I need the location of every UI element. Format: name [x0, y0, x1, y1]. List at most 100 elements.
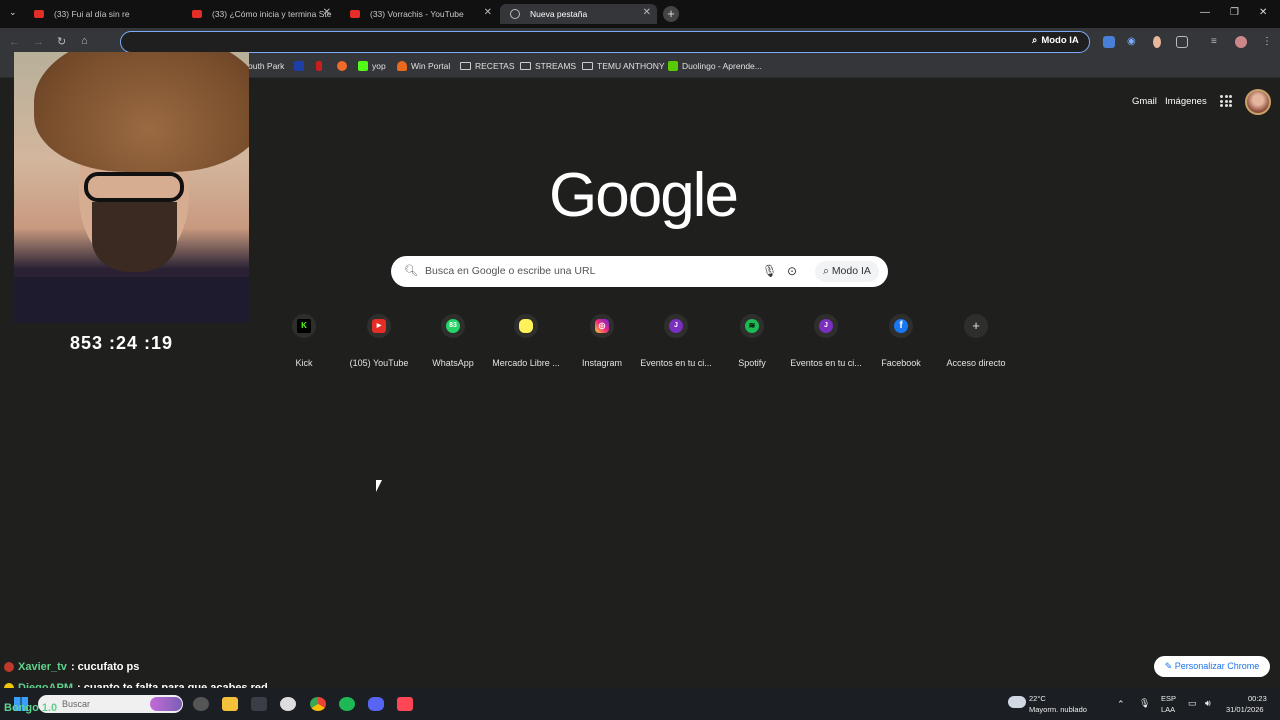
shortcut-spotify[interactable]: ≋ Spotify — [716, 314, 788, 368]
shortcut-eventos-2[interactable]: J Eventos en tu ci... — [790, 314, 862, 368]
instagram-icon: ◎ — [595, 319, 609, 333]
kick-icon — [358, 61, 368, 71]
overwatch-icon[interactable] — [280, 697, 296, 711]
close-icon[interactable]: ✕ — [323, 7, 331, 18]
shortcut-label: (105) YouTube — [349, 358, 409, 368]
menu-icon[interactable]: ⋮ — [1262, 36, 1274, 48]
bookmark-temu-anthony[interactable]: TEMU ANTHONY — [582, 61, 665, 71]
imagenes-link[interactable]: Imágenes — [1165, 96, 1207, 107]
forward-icon[interactable]: → — [33, 36, 44, 48]
close-icon[interactable]: ✕ — [484, 7, 492, 18]
new-tab-button[interactable]: + — [663, 6, 679, 22]
reload-icon[interactable]: ↻ — [57, 35, 66, 48]
bookmark-label: outh Park — [248, 61, 285, 71]
taskbar-search-label: Buscar — [62, 699, 91, 709]
extension-icon[interactable] — [1153, 36, 1161, 48]
display-icon[interactable]: ▭ — [1188, 698, 1197, 709]
back-icon[interactable]: ← — [9, 36, 20, 48]
shortcut-icon-circle — [514, 314, 538, 338]
shortcut-youtube[interactable]: ▶ (105) YouTube — [343, 314, 415, 368]
shortcut-eventos-1[interactable]: J Eventos en tu ci... — [640, 314, 712, 368]
file-explorer-icon[interactable] — [222, 697, 238, 711]
app-icon[interactable] — [251, 697, 267, 711]
webcam-glasses — [84, 172, 184, 202]
personalize-chrome-button[interactable]: ✎ Personalizar Chrome — [1154, 656, 1270, 677]
folder-icon — [520, 62, 531, 70]
audio-extension-icon[interactable]: ◉ — [1127, 36, 1139, 48]
chrome-icon[interactable] — [310, 697, 326, 711]
lang-top[interactable]: ESP — [1161, 694, 1176, 703]
shortcut-whatsapp[interactable]: 83 WhatsApp — [417, 314, 489, 368]
tab-search-chevron-icon[interactable]: ⌄ — [9, 7, 17, 18]
spotify-icon[interactable] — [339, 697, 355, 711]
youtube-icon — [192, 10, 202, 18]
shortcut-label: Eventos en tu ci... — [640, 358, 712, 368]
shortcut-kick[interactable]: K Kick — [268, 314, 340, 368]
lens-icon[interactable]: ⊙ — [787, 264, 797, 278]
tab-3[interactable]: (33) Vorrachis - YouTube ✕ — [340, 4, 498, 24]
bookmark-m[interactable] — [294, 61, 304, 71]
shortcut-facebook[interactable]: f Facebook — [865, 314, 937, 368]
google-apps-icon[interactable] — [1220, 95, 1232, 107]
gmail-link[interactable]: Gmail — [1132, 96, 1157, 107]
address-bar[interactable] — [120, 31, 1090, 53]
discord-icon[interactable] — [368, 697, 384, 711]
folder-icon — [582, 62, 593, 70]
shortcut-label: Spotify — [738, 358, 766, 368]
valorant-icon[interactable] — [397, 697, 413, 711]
modo-ia-omnibox-button[interactable]: ⌕ Modo IA — [1032, 35, 1079, 46]
badge-icon — [4, 662, 14, 672]
bookmark-yop[interactable]: yop — [358, 61, 386, 71]
bookmark-duolingo[interactable]: Duolingo - Aprende... — [668, 61, 762, 71]
bookmark-label: Duolingo - Aprende... — [682, 61, 762, 71]
bookmark-orange[interactable] — [337, 61, 347, 71]
duolingo-icon — [668, 61, 678, 71]
folder-icon — [460, 62, 471, 70]
taskbar — [0, 688, 1280, 720]
minimize-icon[interactable]: — — [1200, 7, 1210, 18]
win-portal-icon — [397, 61, 407, 71]
modo-ia-button[interactable]: ⌕ Modo IA — [815, 261, 879, 282]
tab-1[interactable]: (33) Fui al día sin re — [24, 4, 179, 24]
shortcut-instagram[interactable]: ◎ Instagram — [566, 314, 638, 368]
clock-time[interactable]: 00:23 — [1248, 694, 1267, 703]
spotify-icon: ≋ — [745, 319, 759, 333]
app-icon[interactable] — [193, 697, 209, 711]
lang-bottom[interactable]: LAA — [1161, 705, 1175, 714]
bookmark-recetas[interactable]: RECETAS — [460, 61, 515, 71]
speaker-icon[interactable]: 🔊︎ — [1205, 698, 1211, 709]
mercado-libre-icon — [519, 319, 533, 333]
shortcut-icon-circle: + — [964, 314, 988, 338]
shortcut-mercado-libre[interactable]: Mercado Libre ... — [490, 314, 562, 368]
close-window-icon[interactable]: ✕ — [1259, 7, 1267, 18]
close-icon[interactable]: ✕ — [643, 7, 651, 18]
bookmark-red[interactable] — [316, 61, 322, 71]
profile-icon[interactable] — [1235, 36, 1247, 48]
clock-date[interactable]: 31/01/2026 — [1226, 705, 1264, 714]
tab-label: (33) Vorrachis - YouTube — [370, 9, 464, 19]
maximize-icon[interactable]: ❐ — [1230, 7, 1239, 18]
shortcut-label: Kick — [295, 358, 313, 368]
home-icon[interactable]: ⌂ — [81, 35, 88, 47]
modo-ia-label: Modo IA — [1041, 35, 1079, 46]
bookmark-win-portal[interactable]: Win Portal — [397, 61, 450, 71]
avatar[interactable] — [1245, 89, 1271, 115]
microphone-icon[interactable]: 🎙︎ — [1139, 698, 1150, 709]
bookmark-streams[interactable]: STREAMS — [520, 61, 576, 71]
puzzle-icon[interactable] — [1176, 36, 1188, 48]
bookmark-south-park[interactable]: outh Park — [248, 61, 284, 71]
microphone-icon[interactable]: 🎙︎ — [762, 264, 777, 278]
tab-nueva-pestana[interactable]: Nueva pestaña ✕ — [500, 4, 657, 24]
shortcut-add[interactable]: + Acceso directo — [940, 314, 1012, 368]
weather-desc: Mayorm. nublado — [1029, 705, 1087, 714]
chevron-up-icon[interactable]: ⌃ — [1117, 699, 1125, 710]
translate-extension-icon[interactable] — [1103, 36, 1115, 48]
media-icon[interactable]: ≡ — [1211, 36, 1223, 48]
youtube-icon — [350, 10, 360, 18]
tab-2[interactable]: (33) ¿Cómo inicia y termina Ste ✕ — [182, 4, 337, 24]
webcam-shirt — [14, 277, 249, 323]
facebook-icon: f — [894, 319, 908, 333]
chrome-icon — [510, 9, 520, 19]
bookmark-label: yop — [372, 61, 386, 71]
search-input[interactable]: 🔍︎ Busca en Google o escribe una URL 🎙︎ … — [391, 256, 888, 287]
